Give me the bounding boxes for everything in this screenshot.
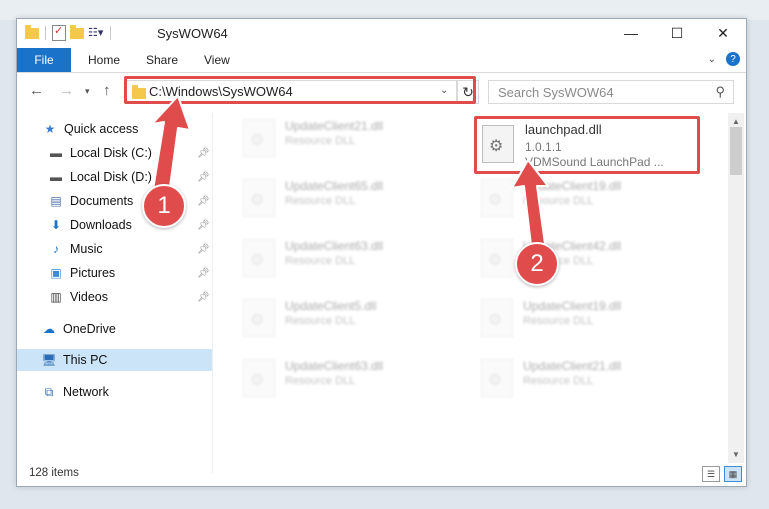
- annotation-arrows: [151, 95, 549, 246]
- step-2-badge: 2: [515, 242, 559, 286]
- step-1-badge: 1: [142, 184, 186, 228]
- arrow-2: [511, 159, 549, 246]
- arrow-1: [151, 95, 191, 195]
